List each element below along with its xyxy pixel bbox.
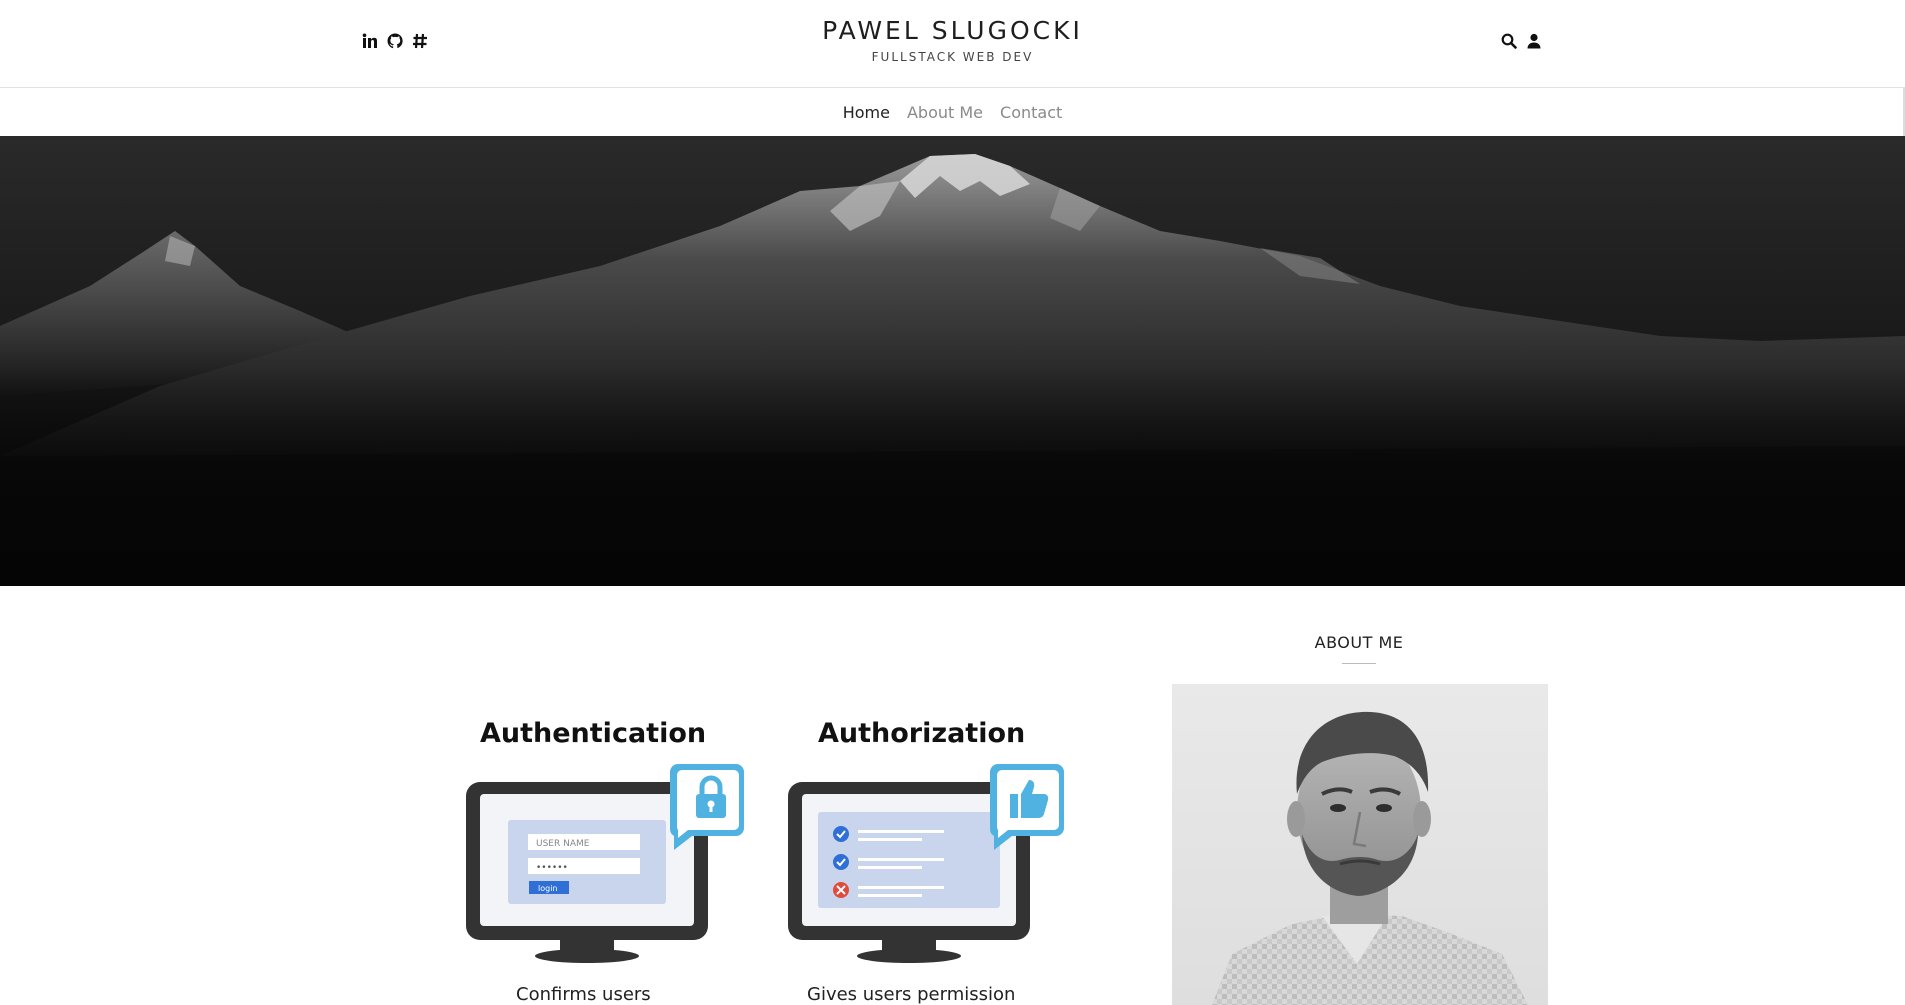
nav-home[interactable]: Home bbox=[843, 103, 890, 122]
authentication-heading: Authentication bbox=[480, 718, 707, 749]
main-nav: Home About Me Contact bbox=[0, 88, 1905, 136]
post-featured-image[interactable]: USER NAME •••••• login bbox=[452, 760, 1072, 970]
authorization-heading: Authorization bbox=[818, 718, 1026, 749]
search-icon[interactable] bbox=[1500, 32, 1517, 50]
header-tools bbox=[1500, 32, 1542, 50]
authentication-caption: Confirms users bbox=[516, 984, 651, 1005]
site-subtitle: FULLSTACK WEB DEV bbox=[871, 50, 1034, 64]
author-portrait bbox=[1172, 684, 1548, 1005]
about-me-heading: ABOUT ME bbox=[1314, 633, 1404, 652]
login-button: login bbox=[538, 884, 558, 893]
site-title[interactable]: PAWEL SLUGOCKI bbox=[0, 16, 1905, 45]
brand: PAWEL SLUGOCKI FULLSTACK WEB DEV bbox=[0, 16, 1905, 64]
authorization-monitor bbox=[788, 764, 1064, 963]
heading-divider bbox=[1342, 663, 1376, 664]
nav-about-me[interactable]: About Me bbox=[907, 103, 983, 122]
password-field: •••••• bbox=[536, 863, 568, 873]
site-header: PAWEL SLUGOCKI FULLSTACK WEB DEV bbox=[0, 0, 1905, 88]
authentication-monitor: USER NAME •••••• login bbox=[466, 764, 744, 963]
nav-contact[interactable]: Contact bbox=[1000, 103, 1062, 122]
user-icon[interactable] bbox=[1525, 32, 1542, 50]
authorization-caption: Gives users permission bbox=[807, 984, 1016, 1005]
username-field: USER NAME bbox=[536, 839, 590, 849]
hero-image bbox=[0, 136, 1905, 586]
